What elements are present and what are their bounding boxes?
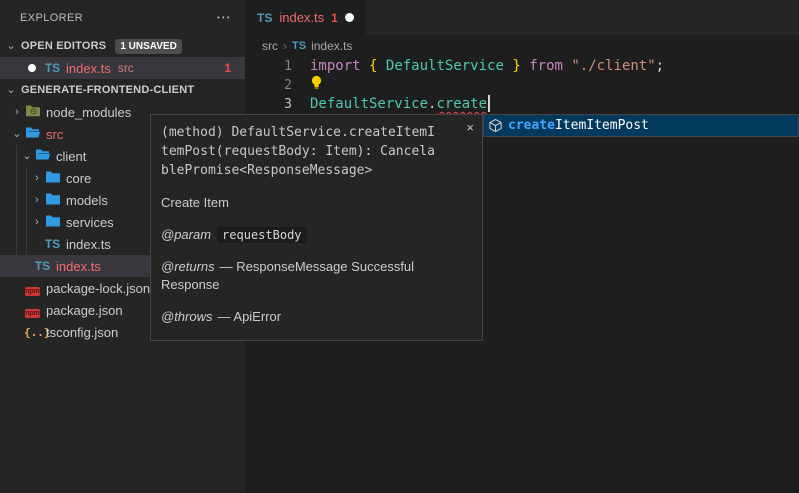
throws-tag: @throws bbox=[161, 309, 213, 324]
chevron-right-icon: › bbox=[30, 173, 44, 184]
returns-tag: @returns bbox=[161, 259, 215, 274]
folder-open-icon bbox=[34, 148, 51, 164]
tab-bar: TS index.ts 1 bbox=[245, 0, 799, 35]
param-name-chip: requestBody bbox=[217, 227, 306, 243]
open-editors-label: OPEN EDITORS bbox=[21, 40, 106, 52]
doc-throws-row: @throws — ApiError bbox=[161, 308, 472, 326]
signature-line: blePromise<ResponseMessage> bbox=[161, 161, 472, 180]
workspace-section-header[interactable]: ⌄ GENERATE-FRONTEND-CLIENT bbox=[0, 79, 245, 101]
text-cursor bbox=[488, 95, 490, 112]
dirty-dot-icon[interactable] bbox=[28, 64, 36, 72]
open-editor-item[interactable]: TS index.ts src 1 bbox=[0, 57, 245, 79]
breadcrumb-separator-icon: › bbox=[283, 39, 287, 53]
line-number: 3 bbox=[245, 95, 292, 114]
tab-index-ts[interactable]: TS index.ts 1 bbox=[245, 0, 366, 35]
chevron-down-icon: ⌄ bbox=[4, 41, 18, 52]
npm-file-icon: npm bbox=[24, 303, 41, 318]
line-number: 1 bbox=[245, 57, 292, 76]
lightbulb-icon[interactable] bbox=[310, 75, 323, 96]
sidebar-title: EXPLORER bbox=[20, 12, 83, 24]
doc-description: Create Item bbox=[161, 194, 472, 212]
open-editor-description: src bbox=[118, 61, 134, 75]
folder-icon bbox=[44, 170, 61, 186]
sidebar-title-bar: EXPLORER ⋯ bbox=[0, 0, 245, 35]
tree-item-label: index.ts bbox=[66, 237, 111, 252]
doc-returns-row: @returns— ResponseMessage Successful Res… bbox=[161, 258, 472, 294]
tree-item-label: package-lock.json bbox=[46, 281, 150, 296]
folder-open-icon bbox=[24, 126, 41, 142]
typescript-file-icon: TS bbox=[257, 11, 272, 25]
token-brace-close: } bbox=[512, 58, 520, 74]
suggestion-item-selected[interactable]: createItemItemPost bbox=[484, 115, 798, 136]
tree-item-label: node_modules bbox=[46, 105, 131, 120]
tree-item-label: services bbox=[66, 215, 114, 230]
more-actions-icon[interactable]: ⋯ bbox=[216, 10, 231, 25]
token-import: import bbox=[310, 58, 361, 74]
tree-item-label: client bbox=[56, 149, 86, 164]
open-editor-filename: index.ts bbox=[66, 61, 111, 76]
token-object: DefaultService bbox=[310, 96, 428, 112]
suggest-widget: createItemItemPost bbox=[483, 114, 799, 137]
token-string: "./client" bbox=[571, 58, 655, 74]
line-number: 2 bbox=[245, 76, 292, 95]
param-tag: @param bbox=[161, 227, 211, 242]
throws-text: — ApiError bbox=[218, 309, 282, 324]
node-modules-folder-icon bbox=[24, 104, 41, 120]
problems-count-badge: 1 bbox=[224, 61, 231, 75]
typescript-file-icon: TS bbox=[44, 61, 61, 75]
suggest-details-panel: × (method) DefaultService.createItemI te… bbox=[150, 114, 483, 341]
tree-item-label: core bbox=[66, 171, 91, 186]
method-cube-icon bbox=[488, 118, 503, 133]
typescript-file-icon: TS bbox=[34, 259, 51, 273]
doc-param-row: @param requestBody bbox=[161, 226, 472, 244]
unsaved-badge: 1 UNSAVED bbox=[115, 39, 182, 54]
workspace-name-label: GENERATE-FRONTEND-CLIENT bbox=[21, 84, 194, 96]
token-semicolon: ; bbox=[656, 58, 664, 74]
signature-line: (method) DefaultService.createItemI bbox=[161, 123, 472, 142]
folder-icon bbox=[44, 214, 61, 230]
chevron-right-icon: › bbox=[30, 217, 44, 228]
breadcrumb: src › TS index.ts bbox=[245, 35, 799, 57]
npm-file-icon: npm bbox=[24, 281, 41, 296]
suggestion-match-text: create bbox=[508, 118, 555, 133]
tab-filename: index.ts bbox=[279, 10, 324, 25]
token-class-name: DefaultService bbox=[386, 58, 504, 74]
tree-item-label: package.json bbox=[46, 303, 123, 318]
typescript-file-icon: TS bbox=[292, 40, 306, 52]
tree-item-label: tsconfig.json bbox=[46, 325, 118, 340]
code-area[interactable]: 1 import { DefaultService } from "./clie… bbox=[245, 57, 799, 114]
breadcrumb-file[interactable]: index.ts bbox=[311, 39, 352, 53]
code-line-2[interactable]: 2 bbox=[245, 76, 799, 95]
token-member-error: create bbox=[436, 96, 487, 112]
tree-item-label: src bbox=[46, 127, 63, 142]
close-icon[interactable]: × bbox=[466, 120, 474, 135]
chevron-down-icon: ⌄ bbox=[4, 85, 18, 96]
breadcrumb-folder[interactable]: src bbox=[262, 39, 278, 53]
tab-problems-count: 1 bbox=[331, 11, 338, 25]
token-from: from bbox=[529, 58, 563, 74]
suggestion-rest-text: ItemItemPost bbox=[555, 118, 649, 133]
code-line-3[interactable]: 3 DefaultService.create bbox=[245, 95, 799, 114]
tree-item-label: index.ts bbox=[56, 259, 101, 274]
chevron-down-icon: ⌄ bbox=[20, 151, 34, 162]
tree-item-label: models bbox=[66, 193, 108, 208]
chevron-right-icon: › bbox=[30, 195, 44, 206]
typescript-file-icon: TS bbox=[44, 237, 61, 251]
folder-icon bbox=[44, 192, 61, 208]
signature-line: temPost(requestBody: Item): Cancela bbox=[161, 142, 472, 161]
chevron-right-icon: › bbox=[10, 107, 24, 118]
json-file-icon: {..} bbox=[24, 326, 41, 339]
open-editors-header[interactable]: ⌄ OPEN EDITORS 1 UNSAVED bbox=[0, 35, 245, 57]
dirty-dot-icon[interactable] bbox=[345, 13, 354, 22]
chevron-down-icon: ⌄ bbox=[10, 129, 24, 140]
code-line-1[interactable]: 1 import { DefaultService } from "./clie… bbox=[245, 57, 799, 76]
